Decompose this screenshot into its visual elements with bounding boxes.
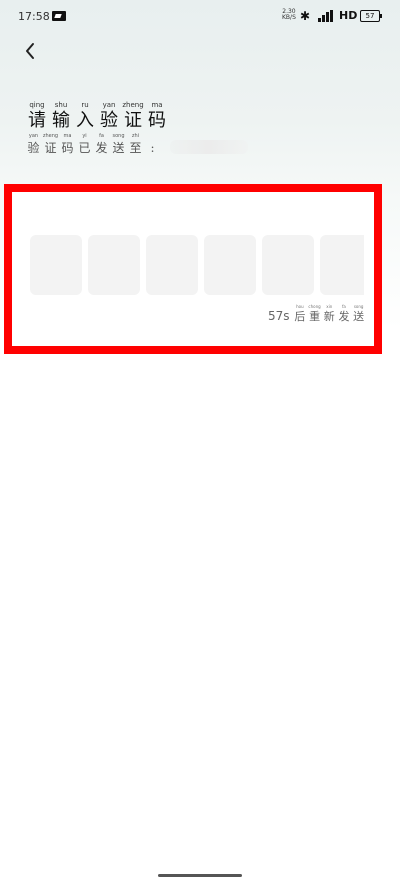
title-char-pinyin: shu [54,101,68,109]
notification-icon [52,11,66,21]
subtitle-char-hanzi: 码 [61,141,74,155]
subtitle-char: zheng 证 [43,133,58,156]
network-speed: 2.30 KB/S [282,9,296,21]
code-digit-box[interactable] [320,235,364,295]
chevron-left-icon [26,43,34,59]
title-char-pinyin: zheng [122,101,144,109]
page-title: qing 请 shu 输 ru 入 yan 验 zheng 证 ma 码 [26,100,168,132]
subtitle-char-pinyin: zhi [131,133,140,139]
resend-char: chong 重 [307,304,322,324]
resend-char: xin 新 [322,304,337,324]
subtitle-char: ma 码 [60,133,75,156]
subtitle-char-pinyin: yi [82,133,87,139]
resend-char-hanzi: 发 [338,310,350,323]
code-sent-notice: yan 验 zheng 证 ma 码 yi 已 fa 发 song 送 zhi 至: [26,133,248,156]
subtitle-char-hanzi: 至 [129,141,142,155]
title-char-hanzi: 入 [76,110,94,131]
title-char-pinyin: qing [29,101,45,109]
subtitle-char: : [145,133,160,156]
subtitle-char-hanzi: 已 [78,141,91,155]
title-char-pinyin: yan [102,101,116,109]
back-button[interactable] [20,40,42,62]
resend-char: fa 发 [337,304,352,324]
code-digit-box[interactable] [204,235,256,295]
status-bar: 17:58 2.30 KB/S ✱ HD 57 [0,0,400,34]
subtitle-char-hanzi: 证 [44,141,57,155]
masked-phone-number [170,140,248,154]
signal-icon [318,10,334,22]
title-char: yan 验 [98,100,120,132]
code-digit-box[interactable] [88,235,140,295]
subtitle-char-hanzi: 发 [95,141,108,155]
subtitle-char-pinyin: ma [63,133,72,139]
title-char-hanzi: 验 [100,110,118,131]
battery-icon: 57 [360,10,382,22]
title-char-hanzi: 请 [28,110,46,131]
resend-char: hou 后 [293,304,308,324]
countdown-seconds: 57s [268,309,290,323]
status-time: 17:58 [18,10,50,23]
resend-char-hanzi: 新 [323,310,335,323]
verification-code-input[interactable] [30,235,364,295]
network-type-label: HD [339,9,358,22]
title-char: shu 输 [50,100,72,132]
title-char: ru 入 [74,100,96,132]
title-char-hanzi: 证 [124,110,142,131]
title-char: zheng 证 [122,100,144,132]
code-digit-box[interactable] [262,235,314,295]
code-digit-box[interactable] [146,235,198,295]
network-speed-unit: KB/S [282,14,296,21]
subtitle-char-pinyin: song [112,133,125,139]
resend-countdown: 57s hou 后 chong 重 xin 新 fa 发 song 送 [268,304,366,324]
subtitle-char-hanzi: 送 [112,141,125,155]
resend-char-hanzi: 重 [309,310,321,323]
subtitle-char: yan 验 [26,133,41,156]
subtitle-char-hanzi: 验 [27,141,40,155]
subtitle-char-pinyin: fa [99,133,104,139]
subtitle-char: yi 已 [77,133,92,156]
subtitle-char: song 送 [111,133,126,156]
subtitle-char-pinyin: zheng [42,133,59,139]
resend-char-hanzi: 送 [353,310,365,323]
resend-char: song 送 [351,304,366,324]
subtitle-char: zhi 至 [128,133,143,156]
subtitle-char-pinyin: yan [28,133,39,139]
code-digit-box[interactable] [30,235,82,295]
title-char-hanzi: 码 [148,110,166,131]
subtitle-char: fa 发 [94,133,109,156]
title-char-hanzi: 输 [52,110,70,131]
bluetooth-icon: ✱ [300,9,311,23]
title-char: qing 请 [26,100,48,132]
title-char-pinyin: ru [81,101,89,109]
title-char-pinyin: ma [151,101,163,109]
subtitle-char-hanzi: : [150,141,155,155]
title-char: ma 码 [146,100,168,132]
resend-char-hanzi: 后 [294,310,306,323]
home-indicator[interactable] [158,874,242,877]
